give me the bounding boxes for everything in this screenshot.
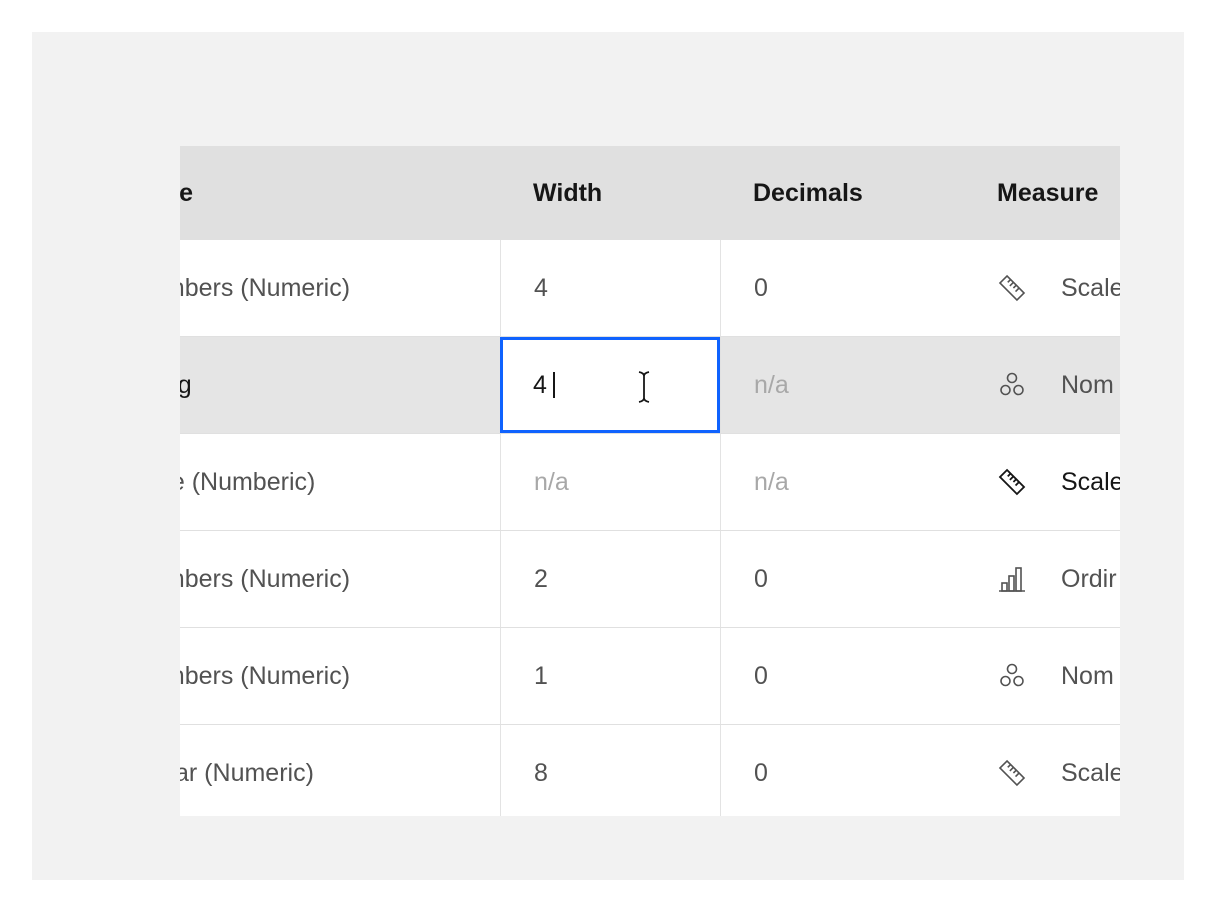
measure-cell[interactable]: Ordir xyxy=(964,531,1120,627)
table-header-row: ype Width Decimals Measure xyxy=(180,146,1120,240)
width-edit-input[interactable]: 4 xyxy=(500,337,720,433)
canvas-panel: ype Width Decimals Measure umbers (Numer… xyxy=(32,32,1184,880)
decimals-cell[interactable]: 0 xyxy=(720,725,964,816)
type-cell[interactable]: umbers (Numeric) xyxy=(180,240,500,336)
measure-cell[interactable]: Scale xyxy=(964,725,1120,816)
decimals-cell[interactable]: 0 xyxy=(720,240,964,336)
type-cell[interactable]: ate (Numberic) xyxy=(180,434,500,530)
measure-label: Scale xyxy=(1061,467,1120,496)
measure-label: Scale xyxy=(1061,273,1120,302)
measure-cell[interactable]: Nom xyxy=(964,337,1120,433)
nominal-circles-icon xyxy=(1000,663,1024,687)
measure-label: Ordir xyxy=(1061,564,1117,593)
table-row: umbers (Numeric) 1 0 Nom xyxy=(180,628,1120,725)
width-cell[interactable]: 1 xyxy=(500,628,720,724)
table-row: umbers (Numeric) 4 0 Scale xyxy=(180,240,1120,337)
measure-cell[interactable]: Scale xyxy=(964,240,1120,336)
text-caret xyxy=(552,372,555,398)
column-header-decimals[interactable]: Decimals xyxy=(720,146,964,240)
ordinal-bars-icon xyxy=(999,567,1025,592)
width-cell[interactable]: 8 xyxy=(500,725,720,816)
measure-label: Scale xyxy=(1061,758,1120,787)
width-cell[interactable]: n/a xyxy=(500,434,720,530)
table-row: ollar (Numeric) 8 0 Scale xyxy=(180,725,1120,816)
decimals-cell[interactable]: 0 xyxy=(720,628,964,724)
decimals-cell[interactable]: n/a xyxy=(720,434,964,530)
column-header-measure[interactable]: Measure xyxy=(964,146,1120,240)
type-cell[interactable]: ring xyxy=(180,337,500,433)
ruler-icon xyxy=(998,759,1026,787)
column-header-width[interactable]: Width xyxy=(500,146,720,240)
variables-table: ype Width Decimals Measure umbers (Numer… xyxy=(180,146,1120,816)
ruler-icon xyxy=(998,274,1026,302)
table-row-selected: ring 4 n/a xyxy=(180,337,1120,434)
width-cell[interactable]: 4 xyxy=(500,240,720,336)
type-cell[interactable]: umbers (Numeric) xyxy=(180,531,500,627)
type-cell[interactable]: umbers (Numeric) xyxy=(180,628,500,724)
table-row: ate (Numberic) n/a n/a Scale xyxy=(180,434,1120,531)
decimals-cell[interactable]: 0 xyxy=(720,531,964,627)
measure-cell[interactable]: Nom xyxy=(964,628,1120,724)
measure-cell[interactable]: Scale xyxy=(964,434,1120,530)
ruler-icon xyxy=(998,468,1026,496)
nominal-circles-icon xyxy=(1000,372,1024,396)
width-input-value: 4 xyxy=(533,370,547,399)
table-row: umbers (Numeric) 2 0 Ordir xyxy=(180,531,1120,628)
text-cursor-icon xyxy=(638,371,650,403)
measure-label: Nom xyxy=(1061,370,1114,399)
decimals-cell[interactable]: n/a xyxy=(720,337,964,433)
type-cell[interactable]: ollar (Numeric) xyxy=(180,725,500,816)
measure-label: Nom xyxy=(1061,661,1114,690)
column-header-type[interactable]: ype xyxy=(180,146,500,240)
width-cell[interactable]: 2 xyxy=(500,531,720,627)
